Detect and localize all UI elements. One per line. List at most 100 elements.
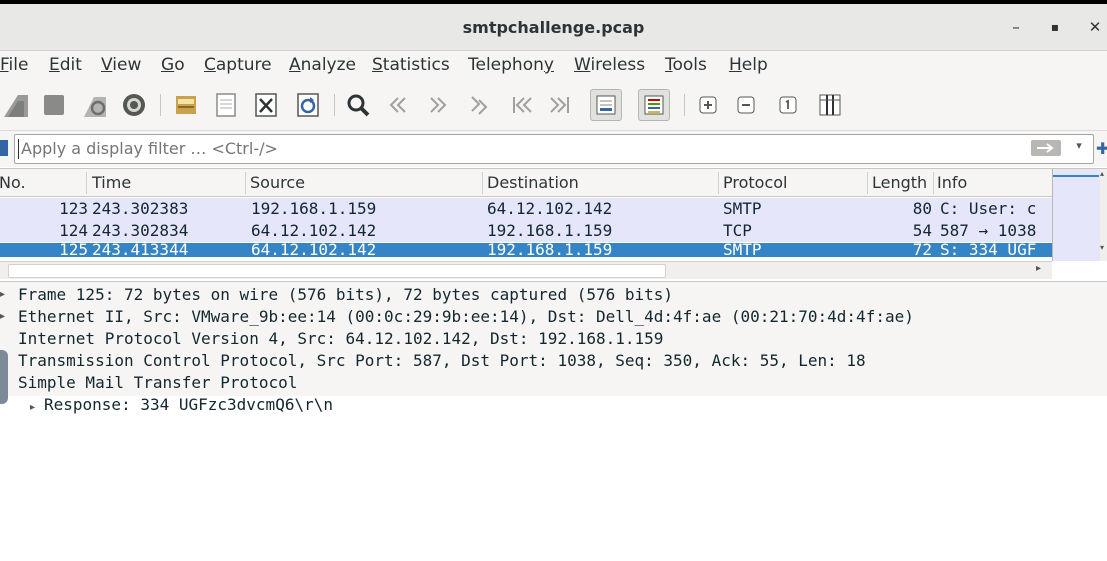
expand-arrow-icon[interactable]: ▸ — [0, 289, 5, 300]
menu-help[interactable]: Help — [729, 55, 768, 75]
reload-file-icon[interactable] — [292, 89, 324, 121]
close-icon[interactable]: ✕ — [1082, 14, 1107, 40]
go-back-icon[interactable] — [382, 89, 414, 121]
cell-length: 72 — [912, 243, 932, 257]
column-time[interactable]: Time — [92, 173, 131, 192]
cell-no: 123 — [59, 199, 88, 218]
detail-smtp[interactable]: Simple Mail Transfer Protocol — [18, 373, 297, 392]
shark-fin-icon[interactable] — [0, 89, 32, 121]
column-protocol[interactable]: Protocol — [723, 173, 787, 192]
toolbar-separator — [684, 94, 685, 116]
cell-info: S: 334 UGF — [940, 243, 1037, 257]
detail-tcp[interactable]: Transmission Control Protocol, Src Port:… — [18, 351, 866, 370]
detail-smtp-response[interactable]: Response: 334 UGFzc3dvcmQ6\r\n — [44, 395, 333, 414]
go-to-packet-icon[interactable] — [464, 89, 496, 121]
cell-length: 80 — [912, 199, 932, 218]
column-info[interactable]: Info — [937, 173, 967, 192]
vertical-scrollbar[interactable]: ▴ ▾ — [1100, 169, 1107, 261]
drag-handle-icon — [0, 350, 8, 404]
menu-view[interactable]: View — [101, 55, 141, 75]
packet-minimap[interactable] — [1052, 169, 1101, 261]
detail-ethernet[interactable]: Ethernet II, Src: VMware_9b:ee:14 (00:0c… — [18, 307, 914, 326]
find-packet-icon[interactable] — [342, 89, 374, 121]
scroll-right-icon[interactable]: ▸ — [1036, 263, 1041, 274]
menu-bar: File Edit View Go Capture Analyze Statis… — [0, 51, 1107, 80]
cell-destination: 192.168.1.159 — [487, 221, 613, 240]
cell-no: 124 — [59, 221, 88, 240]
column-destination[interactable]: Destination — [487, 173, 579, 192]
expand-arrow-icon[interactable]: ▸ — [0, 311, 5, 322]
detail-ip[interactable]: Internet Protocol Version 4, Src: 64.12.… — [18, 329, 663, 348]
normal-size-icon[interactable] — [772, 89, 804, 121]
toolbar-separator — [160, 94, 161, 116]
go-forward-icon[interactable] — [422, 89, 454, 121]
column-source[interactable]: Source — [250, 173, 305, 192]
cell-source: 64.12.102.142 — [251, 221, 377, 240]
scroll-down-icon[interactable]: ▾ — [1100, 243, 1104, 252]
scroll-up-icon[interactable]: ▴ — [1100, 169, 1104, 178]
expand-arrow-icon[interactable]: ▸ — [30, 402, 35, 413]
menu-capture[interactable]: Capture — [204, 55, 272, 75]
window-title: smtpchallenge.pcap — [462, 18, 645, 37]
detail-frame[interactable]: Frame 125: 72 bytes on wire (576 bits), … — [18, 285, 673, 304]
autoscroll-icon[interactable] — [590, 89, 622, 121]
go-first-icon[interactable] — [506, 89, 538, 121]
colorize-icon[interactable] — [638, 89, 670, 121]
capture-options-icon[interactable] — [118, 89, 150, 121]
cell-protocol: TCP — [723, 221, 752, 240]
scrollbar-thumb[interactable] — [8, 264, 666, 278]
open-file-icon[interactable] — [170, 89, 202, 121]
text-caret — [18, 139, 19, 159]
stop-icon[interactable] — [38, 89, 70, 121]
packet-row[interactable]: 123 243.302383 192.168.1.159 64.12.102.1… — [0, 198, 1052, 220]
cell-protocol: SMTP — [723, 243, 762, 257]
column-length[interactable]: Length — [872, 173, 927, 192]
menu-edit[interactable]: Edit — [49, 55, 82, 75]
menu-tools[interactable]: Tools — [665, 55, 707, 75]
filter-dropdown-icon[interactable]: ▾ — [1071, 139, 1087, 157]
add-filter-button-icon[interactable]: ✚ — [1096, 139, 1107, 158]
cell-protocol: SMTP — [723, 199, 762, 218]
toolbar-separator — [334, 94, 335, 116]
cell-time: 243.302834 — [92, 221, 189, 240]
filter-toolbar: ▾ ✚ — [0, 131, 1107, 167]
menu-statistics[interactable]: Statistics — [372, 55, 450, 75]
packet-row-selected[interactable]: 125 243.413344 64.12.102.142 192.168.1.1… — [0, 243, 1052, 257]
cell-length: 54 — [912, 221, 932, 240]
maximize-icon[interactable]: ▪ — [1042, 14, 1068, 40]
menu-file[interactable]: File — [0, 55, 28, 75]
title-bar[interactable]: smtpchallenge.pcap – ▪ ✕ — [0, 4, 1107, 51]
packet-list-header: No. Time Source Destination Protocol Len… — [0, 169, 1052, 197]
display-filter-box[interactable]: ▾ — [14, 134, 1094, 164]
cell-info: 587 → 1038 — [940, 221, 1037, 240]
main-toolbar — [0, 80, 1107, 131]
save-file-icon[interactable] — [210, 89, 242, 121]
menu-analyze[interactable]: Analyze — [289, 55, 356, 75]
cell-no: 125 — [59, 243, 88, 257]
bookmark-icon[interactable] — [0, 140, 8, 156]
packet-row[interactable]: 124 243.302834 64.12.102.142 192.168.1.1… — [0, 220, 1052, 242]
minimize-icon[interactable]: – — [1003, 14, 1029, 40]
cell-time: 243.302383 — [92, 199, 189, 218]
column-no[interactable]: No. — [0, 173, 26, 192]
cell-destination: 192.168.1.159 — [487, 243, 613, 257]
close-file-icon[interactable] — [250, 89, 282, 121]
zoom-in-icon[interactable] — [692, 89, 724, 121]
cell-source: 64.12.102.142 — [251, 243, 377, 257]
cell-destination: 64.12.102.142 — [487, 199, 613, 218]
menu-wireless[interactable]: Wireless — [574, 55, 645, 75]
packet-details-pane: ▸ Frame 125: 72 bytes on wire (576 bits)… — [0, 281, 1107, 404]
cell-info: C: User: c — [940, 199, 1037, 218]
resize-columns-icon[interactable] — [814, 89, 846, 121]
apply-filter-icon[interactable] — [1031, 140, 1061, 156]
packet-list: No. Time Source Destination Protocol Len… — [0, 168, 1107, 279]
zoom-out-icon[interactable] — [730, 89, 762, 121]
restart-capture-icon[interactable] — [78, 89, 110, 121]
display-filter-input[interactable] — [21, 135, 921, 161]
go-last-icon[interactable] — [544, 89, 576, 121]
menu-go[interactable]: Go — [161, 55, 185, 75]
cell-source: 192.168.1.159 — [251, 199, 377, 218]
cell-time: 243.413344 — [92, 243, 189, 257]
menu-telephony[interactable]: Telephony — [468, 55, 554, 75]
horizontal-scrollbar[interactable]: ▸ — [0, 261, 1052, 279]
